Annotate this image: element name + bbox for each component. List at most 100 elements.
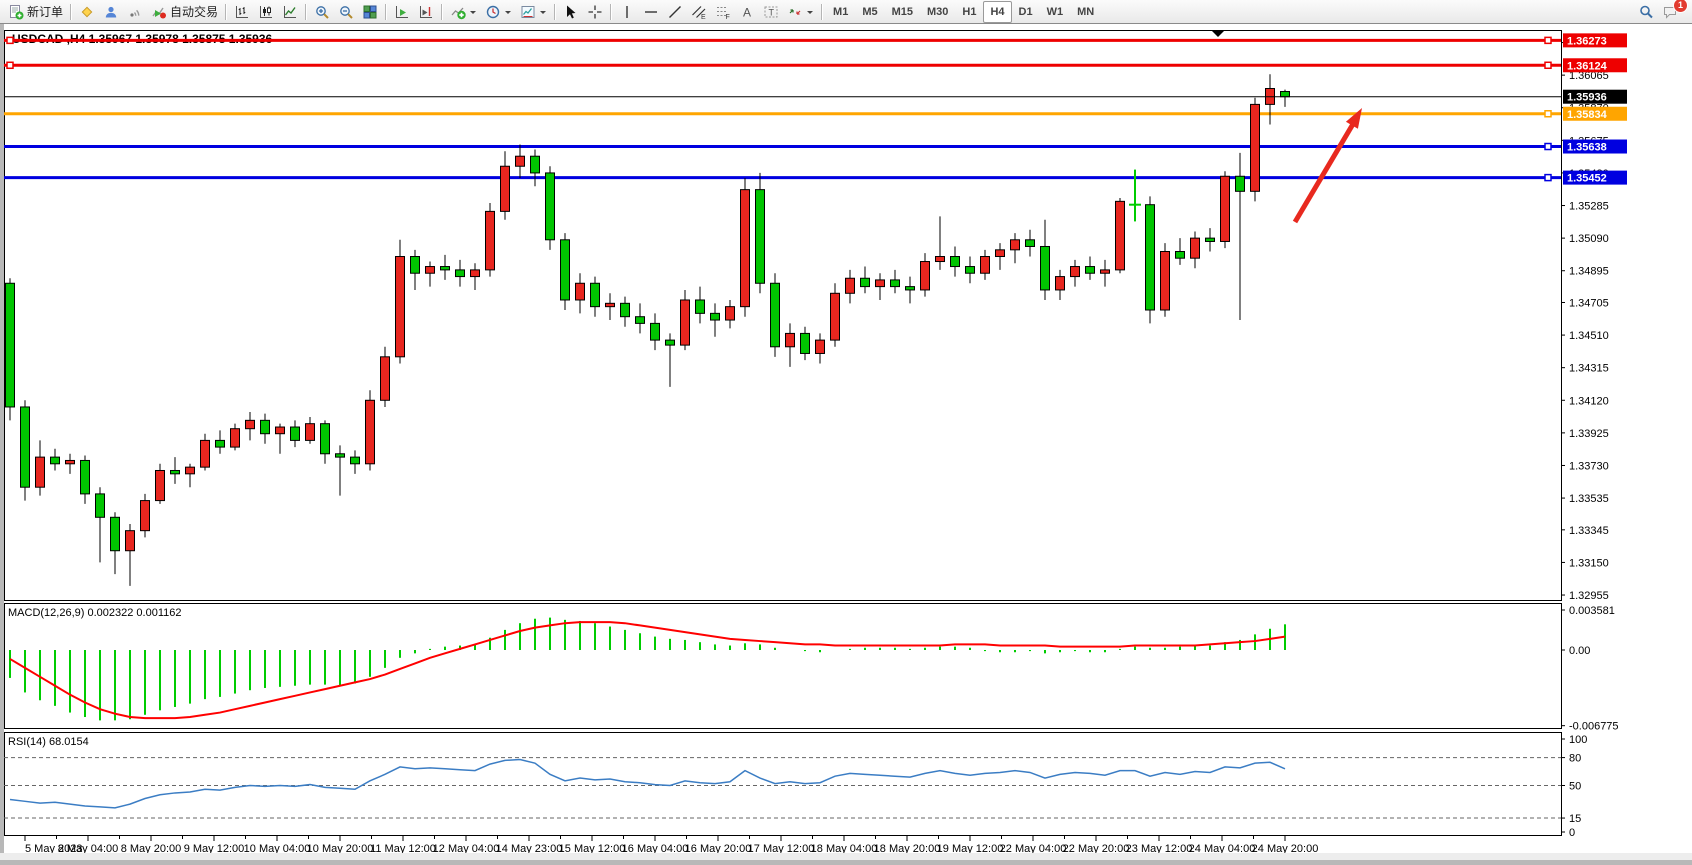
price-label-box: 1.36124 xyxy=(1563,58,1627,72)
chart-shift-button[interactable] xyxy=(414,1,438,23)
tab-timeframe-w1[interactable]: W1 xyxy=(1040,1,1071,23)
price-label-value: 1.36124 xyxy=(1567,60,1608,72)
tile-windows-icon xyxy=(362,4,378,20)
tab-timeframe-d1[interactable]: D1 xyxy=(1012,1,1040,23)
price-label-value: 1.35452 xyxy=(1567,173,1607,185)
candlestick-chart-icon xyxy=(258,4,274,20)
templates-button[interactable] xyxy=(516,1,551,23)
horizontal-line-tool[interactable] xyxy=(639,1,663,23)
candle-body xyxy=(921,262,930,290)
rsi-tick-label: 0 xyxy=(1569,827,1575,839)
rsi-tick-label: 15 xyxy=(1569,813,1581,825)
chevron-down-icon xyxy=(504,8,512,16)
candle-body xyxy=(981,257,990,274)
crosshair-icon xyxy=(587,4,603,20)
search-button[interactable] xyxy=(1634,1,1658,23)
candle-body xyxy=(96,494,105,517)
candle-body xyxy=(1011,240,1020,250)
separator xyxy=(225,4,227,20)
bar-chart-button[interactable] xyxy=(230,1,254,23)
text-label-icon: T xyxy=(763,4,779,20)
candle-body xyxy=(621,303,630,316)
candle-body xyxy=(111,517,120,550)
tab-timeframe-h4[interactable]: H4 xyxy=(983,1,1011,23)
fibonacci-tool[interactable]: F xyxy=(711,1,735,23)
line-handle[interactable] xyxy=(1545,37,1551,43)
candle-body xyxy=(546,173,555,240)
candle-body xyxy=(441,267,450,270)
indicators-button[interactable] xyxy=(446,1,481,23)
line-handle[interactable] xyxy=(1545,175,1551,181)
tab-timeframe-m30[interactable]: M30 xyxy=(920,1,955,23)
tab-timeframe-h1[interactable]: H1 xyxy=(955,1,983,23)
candle-body xyxy=(381,357,390,400)
candle-body xyxy=(816,340,825,353)
line-handle[interactable] xyxy=(7,37,13,43)
text-label-tool[interactable]: T xyxy=(759,1,783,23)
auto-trading-button[interactable]: 自动交易 xyxy=(147,1,222,23)
candle-body xyxy=(471,270,480,277)
text-icon: A xyxy=(739,4,755,20)
candle-body xyxy=(876,280,885,287)
cursor-button[interactable] xyxy=(559,1,583,23)
candle-body xyxy=(1161,251,1170,310)
tile-windows-button[interactable] xyxy=(358,1,382,23)
candle-body xyxy=(1221,176,1230,241)
line-handle[interactable] xyxy=(1545,144,1551,150)
candle-body xyxy=(846,278,855,293)
vertical-line-tool[interactable] xyxy=(615,1,639,23)
separator xyxy=(305,4,307,20)
tab-timeframe-m1[interactable]: M1 xyxy=(826,1,855,23)
line-handle[interactable] xyxy=(1545,111,1551,117)
price-scale[interactable]: 1.362601.360651.358701.356751.354801.352… xyxy=(1561,38,1609,602)
text-tool[interactable]: A xyxy=(735,1,759,23)
price-label-value: 1.36273 xyxy=(1567,35,1607,47)
metaeditor-button[interactable] xyxy=(75,1,99,23)
candle-body xyxy=(666,340,675,345)
price-label-box: 1.36273 xyxy=(1563,33,1627,47)
chart-canvas[interactable]: 1.362601.360651.358701.356751.354801.352… xyxy=(0,24,1692,860)
line-handle[interactable] xyxy=(1545,62,1551,68)
price-tick-label: 1.35090 xyxy=(1569,233,1609,245)
candle-body xyxy=(81,460,90,493)
periods-button[interactable] xyxy=(481,1,516,23)
auto-trading-label: 自动交易 xyxy=(170,3,218,20)
line-handle[interactable] xyxy=(7,62,13,68)
trendline-tool[interactable] xyxy=(663,1,687,23)
rsi-pane xyxy=(5,733,1562,836)
arrows-tool[interactable] xyxy=(783,1,818,23)
candle-body xyxy=(66,460,75,463)
candle-body xyxy=(1041,246,1050,289)
price-label-box: 1.35638 xyxy=(1563,140,1627,154)
candlestick-chart-button[interactable] xyxy=(254,1,278,23)
zoom-out-button[interactable] xyxy=(334,1,358,23)
tab-timeframe-m5[interactable]: M5 xyxy=(855,1,884,23)
chart-shift-icon xyxy=(418,4,434,20)
price-tick-label: 1.35285 xyxy=(1569,201,1609,213)
rsi-tick-label: 100 xyxy=(1569,734,1587,746)
candle-body xyxy=(966,267,975,274)
separator xyxy=(441,4,443,20)
candle-body xyxy=(681,300,690,345)
auto-scroll-button[interactable] xyxy=(390,1,414,23)
line-chart-button[interactable] xyxy=(278,1,302,23)
equidistant-channel-tool[interactable]: E xyxy=(687,1,711,23)
zoom-in-icon xyxy=(314,4,330,20)
tab-timeframe-mn[interactable]: MN xyxy=(1070,1,1101,23)
candle-body xyxy=(1086,267,1095,274)
candle-body xyxy=(1206,238,1215,241)
candle-body xyxy=(1101,270,1110,273)
price-tick-label: 1.33535 xyxy=(1569,493,1609,505)
crosshair-button[interactable] xyxy=(583,1,607,23)
candle-body xyxy=(156,470,165,500)
macd-tick-label: 0.00 xyxy=(1569,645,1590,657)
profile-button[interactable] xyxy=(99,1,123,23)
label-letter: T xyxy=(769,7,775,17)
price-tick-label: 1.33345 xyxy=(1569,525,1609,537)
tab-timeframe-m15[interactable]: M15 xyxy=(885,1,920,23)
zoom-in-button[interactable] xyxy=(310,1,334,23)
timeframe-group: M1M5M15M30H1H4D1W1MN xyxy=(826,1,1101,23)
new-order-button[interactable]: 新订单 xyxy=(4,1,67,23)
notifications-button[interactable]: 1 xyxy=(1658,1,1682,23)
signals-button[interactable] xyxy=(123,1,147,23)
